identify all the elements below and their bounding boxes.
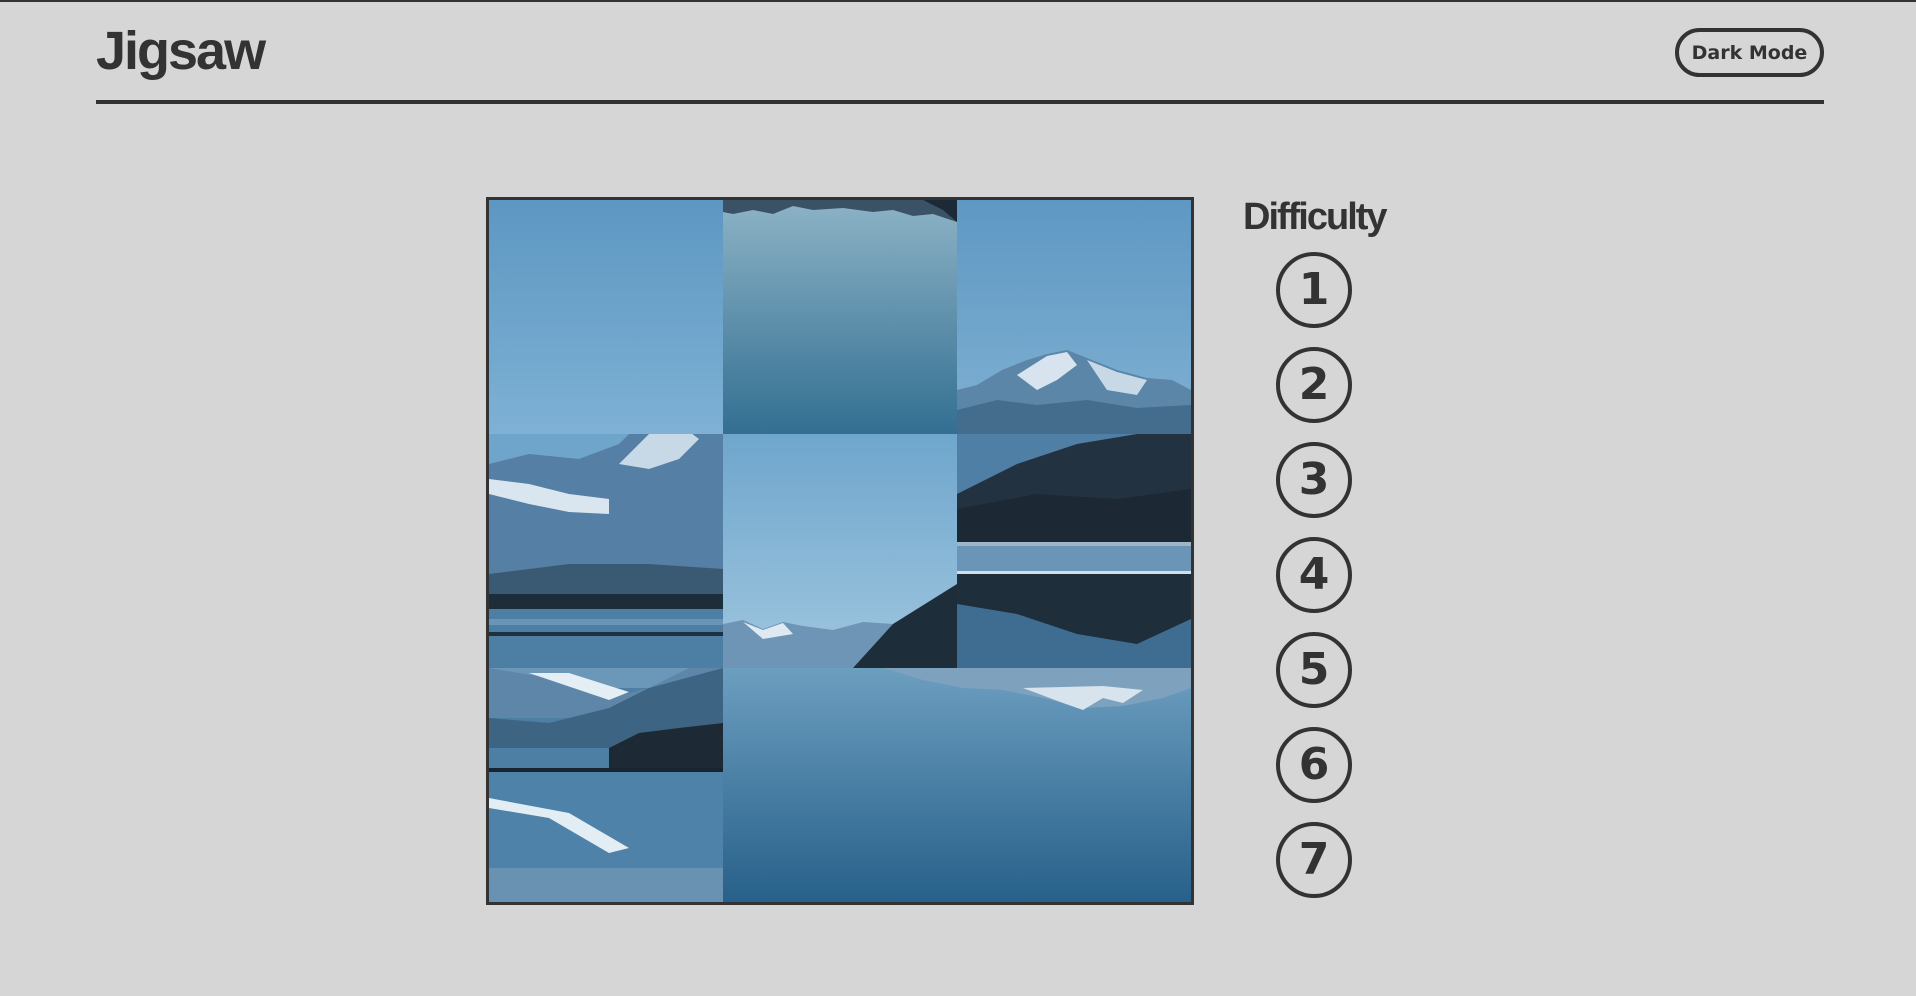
dark-mode-toggle[interactable]: Dark Mode: [1675, 28, 1824, 77]
difficulty-7-button[interactable]: 7: [1276, 822, 1352, 898]
app-title: Jigsaw: [96, 21, 266, 81]
difficulty-label: Difficulty: [1243, 196, 1388, 238]
puzzle-tile[interactable]: [957, 434, 1191, 668]
puzzle-tile[interactable]: [489, 200, 723, 434]
puzzle-tile[interactable]: [723, 668, 1191, 902]
puzzle-tile[interactable]: [723, 434, 957, 668]
difficulty-6-button[interactable]: 6: [1276, 727, 1352, 803]
puzzle-tile[interactable]: [489, 668, 723, 902]
difficulty-2-button[interactable]: 2: [1276, 347, 1352, 423]
difficulty-1-button[interactable]: 1: [1276, 252, 1352, 328]
puzzle-tile[interactable]: [723, 200, 957, 434]
header: Jigsaw Dark Mode: [96, 0, 1824, 104]
difficulty-4-button[interactable]: 4: [1276, 537, 1352, 613]
puzzle-tile[interactable]: [957, 200, 1191, 434]
puzzle-tile[interactable]: [489, 434, 723, 668]
difficulty-5-button[interactable]: 5: [1276, 632, 1352, 708]
puzzle-board: [486, 197, 1194, 905]
difficulty-3-button[interactable]: 3: [1276, 442, 1352, 518]
